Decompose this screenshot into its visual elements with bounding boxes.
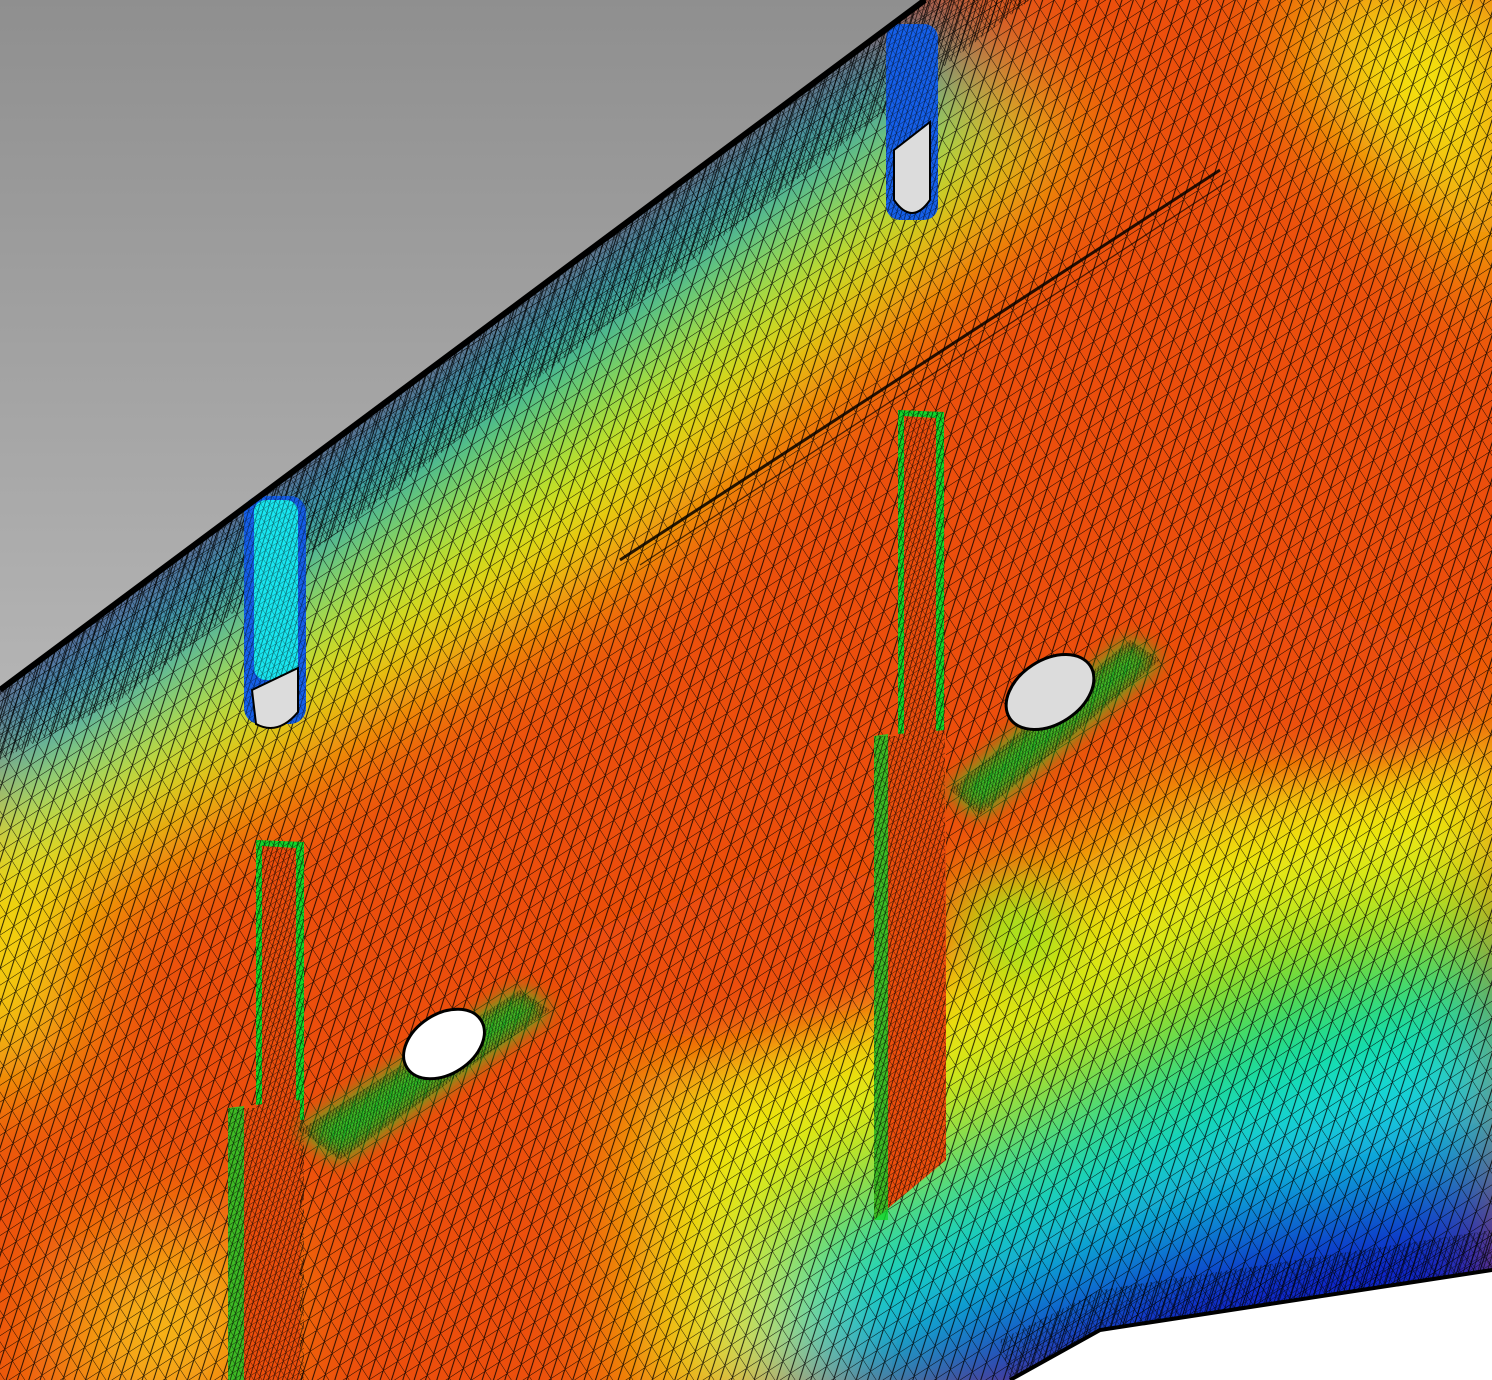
upper-slot-right <box>886 24 938 220</box>
fea-contour-viewport <box>0 0 1492 1380</box>
upper-slot-left <box>244 496 306 729</box>
